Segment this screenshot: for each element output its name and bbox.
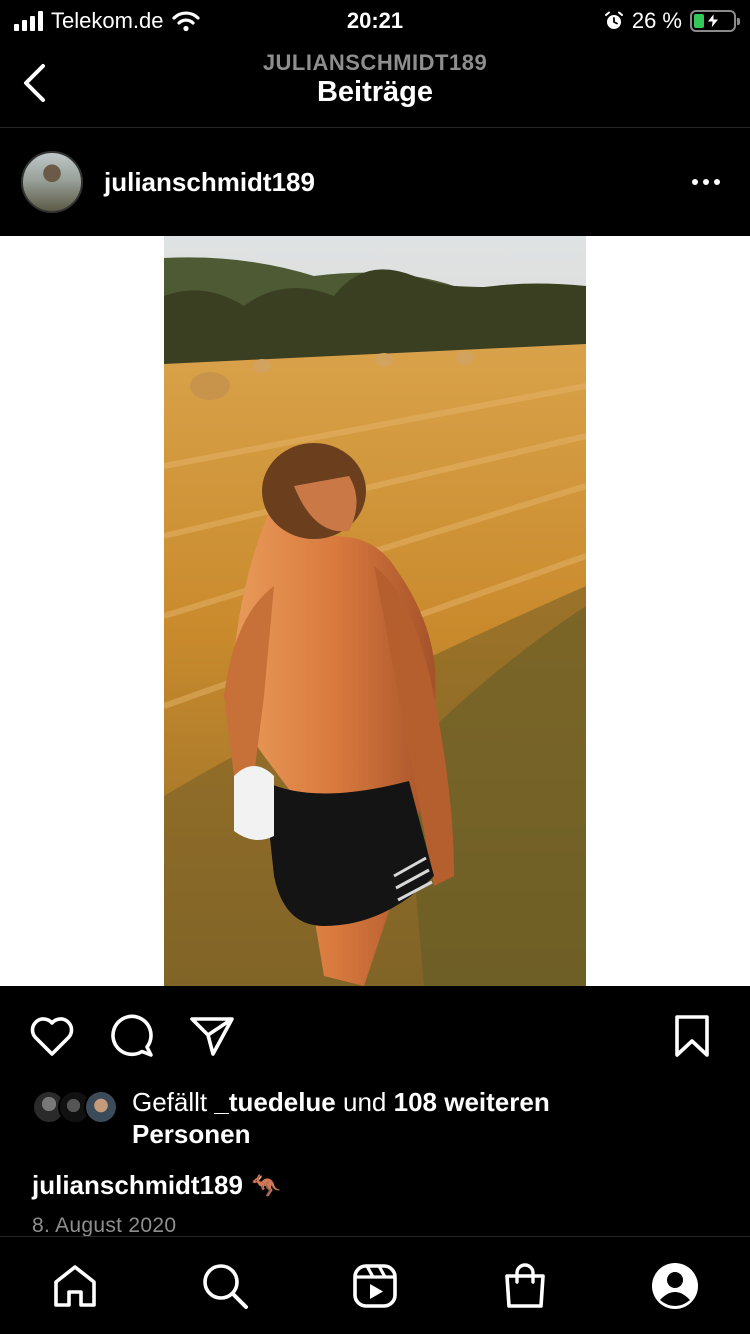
likes-suffix[interactable]: Personen: [132, 1119, 251, 1149]
post-header: julianschmidt189: [0, 129, 750, 235]
send-icon: [190, 1017, 234, 1056]
comment-button[interactable]: [108, 1012, 156, 1060]
share-button[interactable]: [188, 1012, 236, 1060]
tab-home[interactable]: [48, 1259, 102, 1313]
post-date: 8. August 2020: [32, 1214, 177, 1237]
status-bar: Telekom.de 20:21 26 %: [0, 0, 750, 42]
likes-prefix: Gefällt: [132, 1087, 208, 1117]
home-icon: [54, 1265, 96, 1307]
alarm-icon: [604, 11, 623, 29]
page-subtitle: JULIANSCHMIDT189: [262, 50, 488, 75]
likes-user[interactable]: _tuedelue: [214, 1087, 335, 1117]
battery-icon: [690, 10, 740, 32]
battery-percent: 26 %: [631, 8, 682, 33]
tab-search[interactable]: [198, 1259, 252, 1313]
bookmark-icon: [675, 1015, 709, 1057]
likes-text: Gefällt _tuedelue und 108 weiteren Perso…: [132, 1086, 692, 1150]
search-icon: [203, 1264, 248, 1309]
post-photo: [164, 236, 586, 986]
reels-icon: [353, 1264, 397, 1308]
tab-profile[interactable]: [648, 1259, 702, 1313]
likes-connector: und: [343, 1087, 387, 1117]
post-username[interactable]: julianschmidt189: [104, 167, 315, 198]
caption-username[interactable]: julianschmidt189: [32, 1170, 243, 1200]
post-actions: [0, 1008, 750, 1062]
more-options-button[interactable]: [686, 169, 726, 195]
tab-shop[interactable]: [498, 1259, 552, 1313]
profile-icon: [652, 1263, 698, 1309]
save-button[interactable]: [668, 1012, 716, 1060]
shop-icon: [505, 1263, 545, 1308]
tab-reels[interactable]: [348, 1259, 402, 1313]
bottom-tab-bar: [0, 1236, 750, 1334]
nav-header: JULIANSCHMIDT189 Beiträge: [0, 42, 750, 128]
caption-emoji: 🦘: [250, 1173, 281, 1200]
page-title: Beiträge: [316, 76, 434, 108]
heart-icon: [30, 1017, 74, 1056]
comment-icon: [111, 1014, 153, 1057]
likes-count[interactable]: 108 weiteren: [394, 1087, 550, 1117]
status-right: 26 %: [604, 6, 740, 36]
post-media[interactable]: [0, 236, 750, 986]
like-button[interactable]: [28, 1012, 76, 1060]
post-caption: julianschmidt189 🦘: [32, 1170, 281, 1201]
avatar[interactable]: [21, 151, 83, 213]
liker-avatars: [32, 1090, 124, 1126]
more-options-icon: [692, 179, 720, 185]
